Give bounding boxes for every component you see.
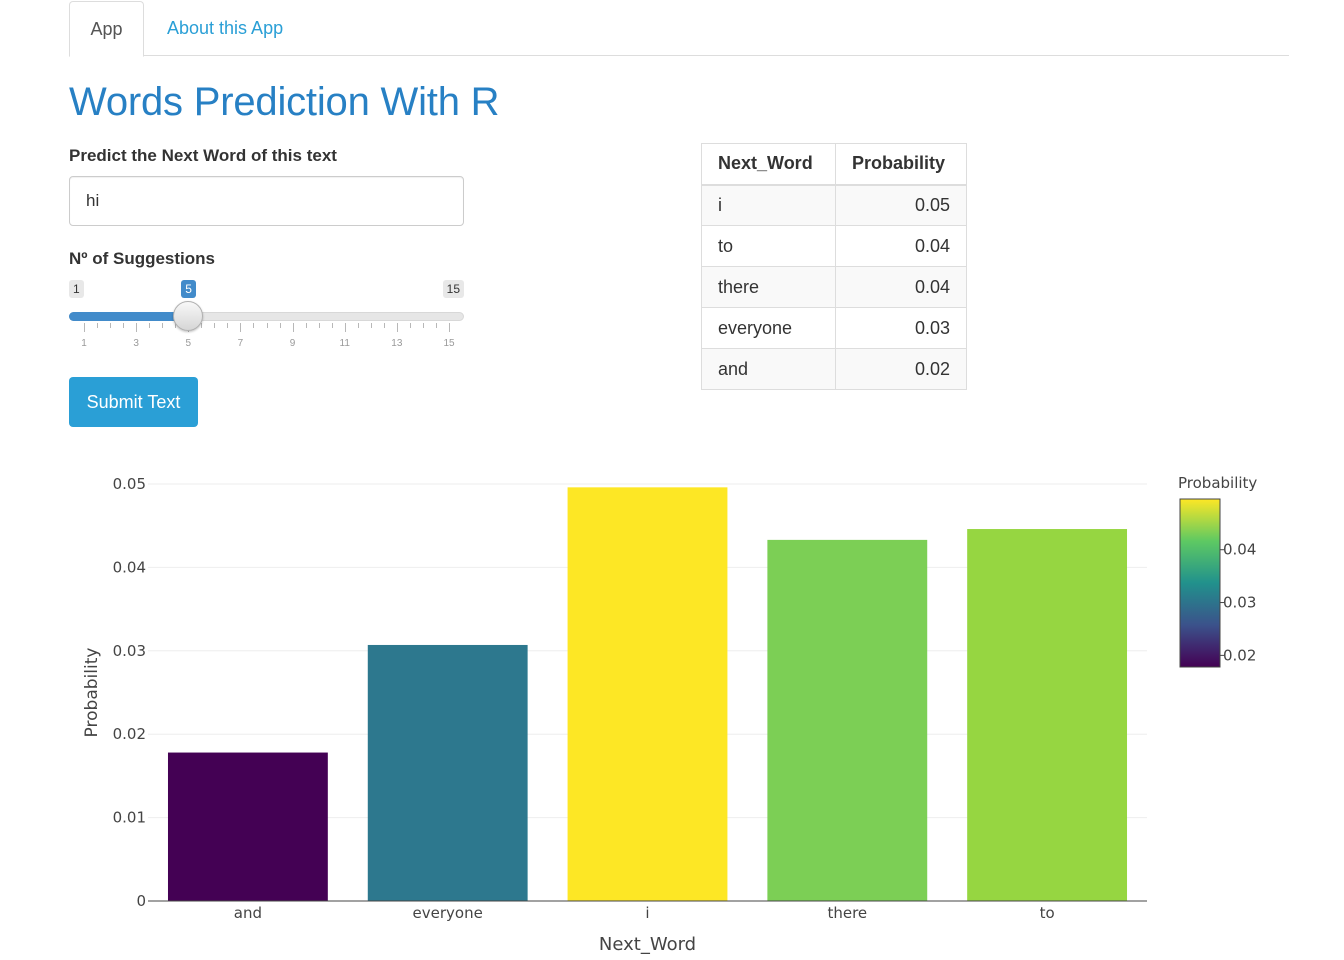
slider-tick	[162, 323, 164, 328]
slider-tick	[409, 323, 411, 328]
x-tick-label: i	[645, 904, 649, 922]
tab-app[interactable]: App	[69, 1, 144, 57]
colorbar-tick-label: 0.04	[1223, 541, 1256, 559]
suggestions-slider[interactable]: 1 15 5 1 3 5 7 9 11 13 15	[69, 278, 464, 353]
x-tick-label: everyone	[413, 904, 483, 922]
slider-tick	[396, 323, 398, 332]
slider-tick	[149, 323, 151, 328]
slider-tick	[227, 323, 229, 328]
slider-tick	[123, 323, 125, 328]
x-tick-label: and	[234, 904, 262, 922]
slider-tick-label: 1	[81, 338, 87, 349]
slider-value-label: 5	[181, 280, 196, 298]
slider-tick	[435, 323, 437, 328]
y-tick-label: 0.02	[113, 725, 146, 743]
y-tick-label: 0	[136, 892, 146, 910]
y-tick-label: 0.03	[113, 642, 146, 660]
y-axis-title: Probability	[82, 648, 102, 738]
y-tick-label: 0.01	[113, 809, 146, 827]
table-row: everyone 0.03	[701, 307, 967, 349]
bar-and	[167, 752, 328, 901]
table-cell-word: everyone	[701, 307, 836, 349]
y-tick-label: 0.04	[113, 558, 146, 576]
slider-tick	[240, 323, 242, 332]
table-cell-probability: 0.02	[835, 348, 967, 390]
slider-tick	[305, 323, 307, 328]
slider-tick	[383, 323, 385, 328]
slider-tick	[331, 323, 333, 328]
slider-tick-label: 7	[237, 338, 244, 349]
text-input[interactable]	[69, 176, 464, 226]
colorbar-title: Probability	[1178, 474, 1257, 492]
bar-there	[767, 539, 928, 901]
table-cell-word: and	[701, 348, 836, 390]
colorbar-tick-label: 0.02	[1223, 646, 1256, 664]
slider-tick-label: 13	[391, 338, 403, 349]
table-row: there 0.04	[701, 266, 967, 308]
slider-tick	[292, 323, 294, 332]
bar-i	[567, 487, 728, 901]
slider-tick	[136, 323, 138, 332]
slider-tick	[318, 323, 320, 328]
colorbar-tick-label: 0.03	[1223, 594, 1256, 612]
text-input-label: Predict the Next Word of this text	[69, 146, 337, 165]
slider-tick	[449, 323, 450, 332]
bar-to	[967, 529, 1128, 901]
slider-tick	[357, 323, 359, 328]
table-row: to 0.04	[701, 225, 967, 267]
slider-tick-label: 3	[133, 338, 139, 349]
table-cell-probability: 0.04	[835, 266, 967, 308]
slider-max-label: 15	[442, 280, 464, 298]
slider-min-label: 1	[69, 280, 84, 298]
y-tick-label: 0.05	[113, 475, 146, 493]
slider-tick	[344, 323, 346, 332]
slider-tick	[201, 323, 203, 328]
x-axis-title: Next_Word	[599, 934, 696, 955]
table-cell-word: to	[701, 225, 836, 267]
table-header-next-word: Next_Word	[701, 143, 836, 186]
table-cell-probability: 0.03	[835, 307, 967, 349]
slider-tick	[370, 323, 372, 328]
colorbar-gradient	[1179, 498, 1221, 668]
table-cell-probability: 0.04	[835, 225, 967, 267]
x-tick-label: there	[827, 904, 867, 922]
tab-about[interactable]: About this App	[145, 1, 305, 56]
probability-bar-chart[interactable]: 0 0.01 0.02 0.03 0.04 0.05 and everyone i there to…	[0, 450, 1344, 960]
table-header-probability: Probability	[835, 143, 967, 186]
slider-tick	[84, 323, 85, 332]
tab-bar: App About this App	[69, 0, 1289, 57]
slider-tick	[110, 323, 112, 328]
slider-tick	[214, 323, 216, 328]
slider-fill	[69, 312, 189, 321]
table-cell-probability: 0.05	[835, 184, 967, 226]
slider-tick	[97, 323, 99, 328]
submit-button[interactable]: Submit Text	[69, 377, 198, 427]
table-cell-word: there	[701, 266, 836, 308]
table-cell-word: i	[701, 184, 836, 226]
table-row: and 0.02	[701, 348, 967, 390]
table-row: i 0.05	[701, 184, 967, 226]
slider-tick-label: 9	[289, 338, 296, 349]
bar-everyone	[367, 644, 528, 901]
slider-tick-label: 11	[339, 338, 350, 349]
slider-tick	[279, 323, 281, 328]
slider-tick	[266, 323, 268, 328]
prediction-table: Next_Word Probability i 0.05 to 0.04 the…	[701, 143, 967, 390]
page-title: Words Prediction With R	[69, 80, 500, 124]
slider-tick-label: 5	[185, 338, 192, 349]
slider-handle[interactable]	[173, 301, 204, 331]
slider-tick-label: 15	[443, 338, 455, 349]
slider-tick	[422, 323, 424, 328]
slider-tick	[253, 323, 255, 328]
slider-label: Nº of Suggestions	[69, 249, 215, 268]
x-tick-label: to	[1040, 904, 1055, 922]
